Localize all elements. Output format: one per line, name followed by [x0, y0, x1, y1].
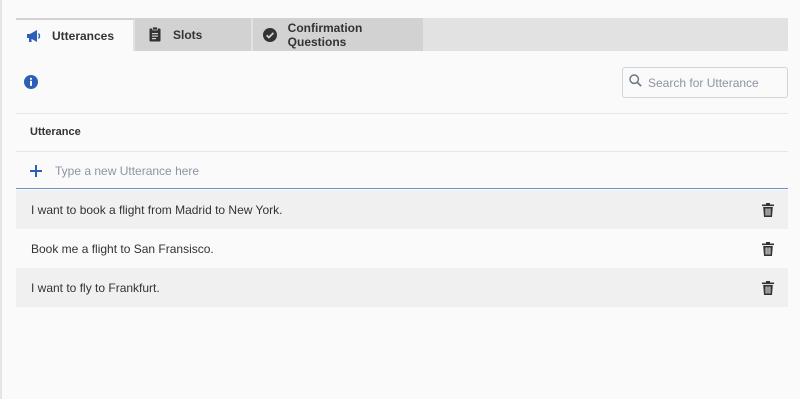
new-utterance-input[interactable] — [55, 163, 655, 178]
utterance-text: I want to fly to Frankfurt. — [31, 280, 160, 295]
search-input[interactable] — [648, 75, 778, 90]
utterance-row: I want to book a flight from Madrid to N… — [16, 190, 788, 229]
tab-utterances[interactable]: Utterances — [16, 18, 135, 51]
tab-slots-label: Slots — [173, 27, 203, 42]
trash-icon[interactable] — [762, 241, 774, 256]
info-icon[interactable] — [24, 75, 38, 89]
megaphone-icon — [26, 28, 42, 44]
search-icon — [629, 73, 642, 92]
utterance-row: I want to fly to Frankfurt. — [16, 268, 788, 307]
utterance-list: I want to book a flight from Madrid to N… — [16, 190, 788, 307]
tab-bar: Utterances Slots Confirmation Questions — [16, 18, 788, 51]
trash-icon[interactable] — [762, 202, 774, 217]
divider — [16, 151, 788, 152]
trash-icon[interactable] — [762, 280, 774, 295]
utterance-row: Book me a flight to San Fransisco. — [16, 229, 788, 268]
add-icon[interactable] — [29, 164, 43, 178]
search-box[interactable] — [622, 67, 788, 98]
tab-utterances-label: Utterances — [52, 28, 115, 43]
column-header-utterance: Utterance — [30, 126, 81, 138]
check-circle-icon — [263, 27, 278, 43]
clipboard-icon — [147, 27, 163, 43]
divider — [16, 113, 788, 114]
tab-confirmation-questions-label: Confirmation Questions — [287, 20, 363, 49]
tab-slots[interactable]: Slots — [135, 18, 253, 51]
new-utterance-row — [16, 153, 788, 189]
utterance-text: I want to book a flight from Madrid to N… — [31, 202, 283, 217]
utterance-text: Book me a flight to San Fransisco. — [31, 241, 214, 256]
tab-confirmation-questions[interactable]: Confirmation Questions — [253, 18, 425, 51]
